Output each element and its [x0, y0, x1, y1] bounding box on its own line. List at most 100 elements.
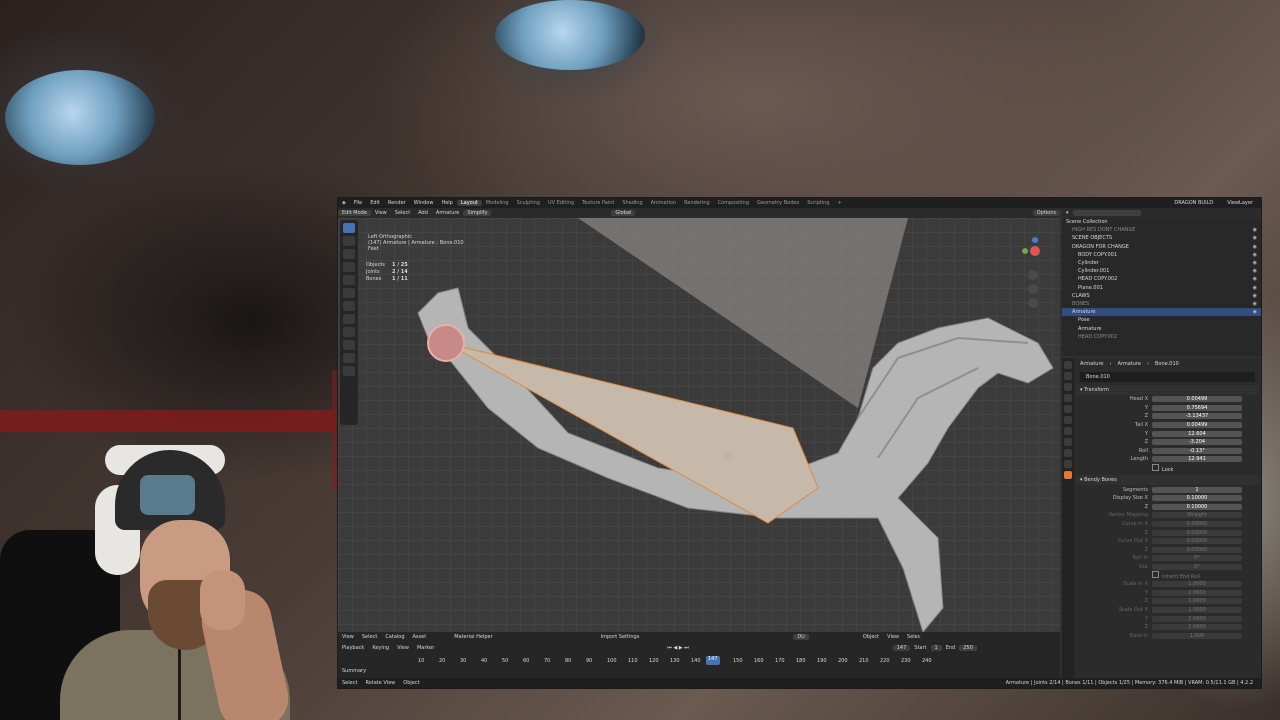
- outliner-row[interactable]: BODY COPY.001 ◉: [1062, 251, 1261, 259]
- tab-rendering[interactable]: Rendering: [680, 200, 714, 206]
- outliner-row[interactable]: HIGH RES DONT CHANGE ◉: [1062, 226, 1261, 234]
- vertex-mapping-field[interactable]: Vertex Mapping Straight: [1076, 511, 1259, 520]
- head-x-field[interactable]: Head X 0.00499: [1076, 395, 1259, 404]
- curve-in-x-field[interactable]: Curve In X 0.00000: [1076, 520, 1259, 529]
- scene-tab-icon[interactable]: [1064, 405, 1072, 413]
- simplify-toggle[interactable]: Simplify: [463, 210, 492, 216]
- menu-select-right[interactable]: Selec: [903, 634, 924, 640]
- head-y-field[interactable]: Y 0.75694: [1076, 404, 1259, 413]
- inherit-end-roll-checkbox[interactable]: Inherit End Roll: [1076, 571, 1259, 580]
- scale-out-z-field[interactable]: Z 1.0000: [1076, 623, 1259, 632]
- start-frame-field[interactable]: 1: [930, 644, 942, 651]
- length-field[interactable]: Length 12.941: [1076, 455, 1259, 464]
- roll-in-field[interactable]: Roll In 0°: [1076, 554, 1259, 563]
- display-size-x-field[interactable]: Display Size X 0.10000: [1076, 494, 1259, 503]
- scene-selector[interactable]: DRAGON BUILD: [1170, 200, 1217, 206]
- menu-view-timeline[interactable]: View: [393, 645, 413, 651]
- scale-out-x-field[interactable]: Scale Out X 1.0000: [1076, 606, 1259, 615]
- menu-window[interactable]: Window: [410, 200, 438, 206]
- pan-hand-icon[interactable]: [1028, 284, 1038, 294]
- view-layer-selector[interactable]: ViewLayer: [1223, 200, 1257, 206]
- bone-extrude-tool-icon[interactable]: [343, 327, 355, 337]
- material-helper-button[interactable]: Material Helper: [450, 634, 496, 640]
- render-tab-icon[interactable]: [1064, 372, 1072, 380]
- output-tab-icon[interactable]: [1064, 383, 1072, 391]
- curve-in-z-field[interactable]: Z 0.00000: [1076, 528, 1259, 537]
- cursor-tool-icon[interactable]: [343, 236, 355, 246]
- end-frame-field[interactable]: 250: [959, 644, 977, 651]
- curve-out-x-field[interactable]: Curve Out X 0.00000: [1076, 537, 1259, 546]
- tab-modeling[interactable]: Modeling: [482, 200, 513, 206]
- roll-out-field[interactable]: Out 0°: [1076, 563, 1259, 572]
- tab-shading[interactable]: Shading: [618, 200, 646, 206]
- bone-tab-icon[interactable]: [1064, 471, 1072, 479]
- blender-logo-icon[interactable]: ◈: [338, 200, 350, 206]
- tail-z-field[interactable]: Z -3.204: [1076, 438, 1259, 447]
- scale-in-x-field[interactable]: Scale In X 1.0000: [1076, 580, 1259, 589]
- tab-animation[interactable]: Animation: [647, 200, 681, 206]
- add-workspace-button[interactable]: +: [833, 200, 845, 206]
- zoom-icon[interactable]: [1028, 270, 1038, 280]
- camera-view-icon[interactable]: [1028, 298, 1038, 308]
- select-box-tool-icon[interactable]: [343, 223, 355, 233]
- outliner-search[interactable]: [1072, 210, 1141, 216]
- annotate-tool-icon[interactable]: [343, 301, 355, 311]
- import-settings-button[interactable]: Import Settings: [597, 634, 644, 640]
- menu-help[interactable]: Help: [437, 200, 456, 206]
- scale-in-z-field[interactable]: Z 1.0000: [1076, 597, 1259, 606]
- tail-x-field[interactable]: Tail X 0.00499: [1076, 421, 1259, 430]
- menu-catalog[interactable]: Catalog: [381, 634, 408, 640]
- visibility-eye-icon[interactable]: ◉: [1253, 293, 1257, 299]
- tab-geometry-nodes[interactable]: Geometry Nodes: [753, 200, 803, 206]
- tab-texture-paint[interactable]: Texture Paint: [578, 200, 618, 206]
- menu-view-right[interactable]: View: [883, 634, 903, 640]
- menu-view[interactable]: View: [338, 634, 358, 640]
- search-input[interactable]: DU: [793, 633, 809, 640]
- playback-controls-icon[interactable]: ⏮ ◀ ▶ ⏭: [663, 645, 692, 651]
- outliner-row[interactable]: Pose: [1062, 316, 1261, 324]
- menu-select[interactable]: Select: [358, 634, 381, 640]
- tab-uv-editing[interactable]: UV Editing: [544, 200, 578, 206]
- current-frame-marker[interactable]: 147: [706, 656, 720, 665]
- visibility-eye-icon[interactable]: ◉: [1253, 227, 1257, 233]
- current-frame-field[interactable]: 147: [892, 644, 911, 651]
- measure-tool-icon[interactable]: [343, 314, 355, 324]
- tab-sculpting[interactable]: Sculpting: [513, 200, 544, 206]
- world-tab-icon[interactable]: [1064, 416, 1072, 424]
- menu-keying[interactable]: Keying: [368, 645, 393, 651]
- menu-file[interactable]: File: [350, 200, 366, 206]
- outliner-row[interactable]: Plane.001 ◉: [1062, 284, 1261, 292]
- outliner-row[interactable]: CLAWS ◉: [1062, 292, 1261, 300]
- options-dropdown[interactable]: Options: [1032, 210, 1060, 216]
- outliner-row[interactable]: Armature: [1062, 324, 1261, 332]
- outliner-row[interactable]: HEAD COPY.002: [1062, 333, 1261, 341]
- visibility-eye-icon[interactable]: ◉: [1253, 260, 1257, 266]
- curve-out-z-field[interactable]: Z 0.00000: [1076, 546, 1259, 555]
- bone-size-tool-icon[interactable]: [343, 353, 355, 363]
- tab-layout[interactable]: Layout: [456, 200, 482, 206]
- display-size-z-field[interactable]: Z 0.10000: [1076, 503, 1259, 512]
- scale-in-y-field[interactable]: Y 1.0000: [1076, 588, 1259, 597]
- orientation-dropdown[interactable]: Global: [611, 210, 636, 216]
- menu-asset[interactable]: Asset: [409, 634, 431, 640]
- object-mode-label[interactable]: Object: [859, 634, 883, 640]
- view-layer-tab-icon[interactable]: [1064, 394, 1072, 402]
- outliner-row[interactable]: BONES ◉: [1062, 300, 1261, 308]
- filter-icon[interactable]: ▾: [1062, 210, 1073, 216]
- outliner-row[interactable]: Cylinder.001 ◉: [1062, 267, 1261, 275]
- menu-armature[interactable]: Armature: [432, 210, 463, 216]
- menu-add[interactable]: Add: [414, 210, 432, 216]
- object-tab-icon[interactable]: [1064, 427, 1072, 435]
- frame-ruler[interactable]: 10 20 30 40 50 60 70 80 90 100 110 120 1…: [418, 656, 938, 668]
- tab-scripting[interactable]: Scripting: [803, 200, 833, 206]
- roll-tool-icon[interactable]: [343, 340, 355, 350]
- outliner-row[interactable]: SCENE OBJECTS ◉: [1062, 234, 1261, 242]
- armature-data-tab-icon[interactable]: [1064, 460, 1072, 468]
- menu-playback[interactable]: Playback: [338, 645, 368, 651]
- scale-tool-icon[interactable]: [343, 275, 355, 285]
- menu-edit[interactable]: Edit: [366, 200, 384, 206]
- 3d-viewport[interactable]: Left Orthographic (147) Armature | Armat…: [338, 218, 1060, 632]
- outliner-row-selected[interactable]: Armature ◉: [1062, 308, 1261, 317]
- visibility-eye-icon[interactable]: ◉: [1253, 309, 1257, 315]
- menu-marker[interactable]: Marker: [413, 645, 438, 651]
